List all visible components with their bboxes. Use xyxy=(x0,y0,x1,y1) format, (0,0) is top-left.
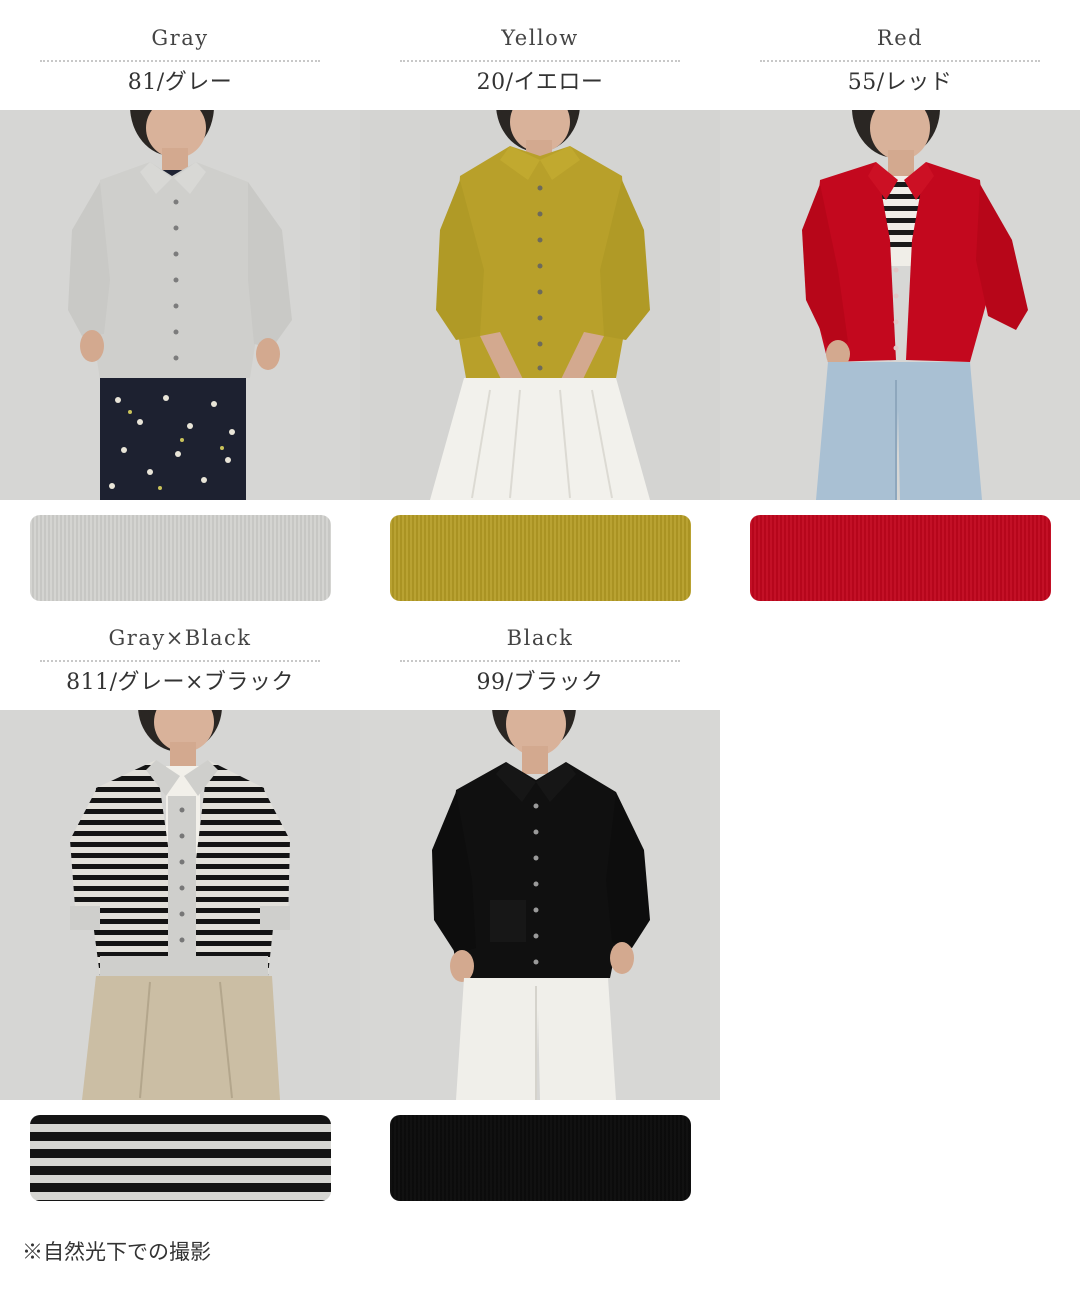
color-name-en: Yellow xyxy=(501,26,579,50)
dotted-divider xyxy=(40,60,320,62)
color-name-en: Black xyxy=(506,626,574,650)
color-variant-black: Black 99/ブラック xyxy=(360,600,720,1201)
fabric-swatch-red xyxy=(750,515,1051,601)
dotted-divider xyxy=(760,60,1040,62)
color-name-jp: 55/レッド xyxy=(847,70,953,95)
color-name-en: Red xyxy=(876,26,924,50)
fabric-swatch-gray xyxy=(30,515,331,601)
color-name-en: Gray xyxy=(151,26,209,50)
dotted-divider xyxy=(400,60,680,62)
color-variant-red: Red 55/レッド xyxy=(720,0,1080,601)
color-name-jp: 811/グレー×ブラック xyxy=(66,670,294,695)
color-name-jp: 99/ブラック xyxy=(476,670,604,695)
fabric-swatch-gray-black xyxy=(30,1115,331,1201)
dotted-divider xyxy=(400,660,680,662)
color-variant-gray-black: Gray×Black 811/グレー×ブラック xyxy=(0,600,360,1201)
photo-lighting-note: ※自然光下での撮影 xyxy=(22,1240,211,1264)
model-photo-gray xyxy=(0,110,360,500)
model-photo-gray-black xyxy=(0,710,360,1100)
color-row-2: Gray×Black 811/グレー×ブラック Black 99/ブラック xyxy=(0,600,1080,1201)
color-row-1: Gray 81/グレー Yellow 20/イエロー Red 55/レッド xyxy=(0,0,1080,601)
model-photo-black xyxy=(360,710,720,1100)
color-variant-yellow: Yellow 20/イエロー xyxy=(360,0,720,601)
model-photo-red xyxy=(720,110,1080,500)
color-variant-gray: Gray 81/グレー xyxy=(0,0,360,601)
color-name-en: Gray×Black xyxy=(108,626,252,650)
color-name-jp: 81/グレー xyxy=(127,70,233,95)
model-photo-yellow xyxy=(360,110,720,500)
fabric-swatch-yellow xyxy=(390,515,691,601)
fabric-swatch-black xyxy=(390,1115,691,1201)
dotted-divider xyxy=(40,660,320,662)
color-name-jp: 20/イエロー xyxy=(476,70,604,95)
